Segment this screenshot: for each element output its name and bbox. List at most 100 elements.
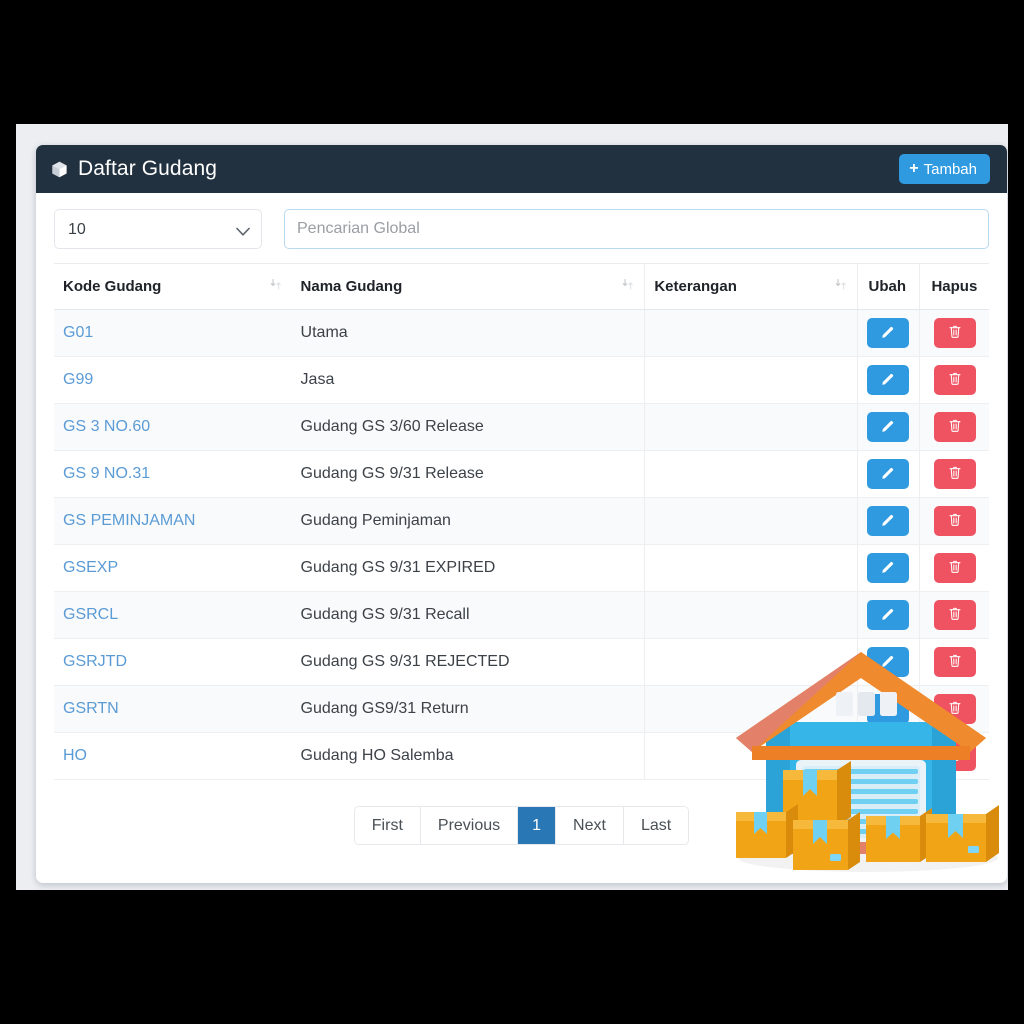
cell-kode-gudang[interactable]: GS 9 NO.31 [54, 451, 292, 498]
delete-button[interactable] [934, 647, 976, 677]
cell-nama-gudang: Jasa [292, 357, 645, 404]
pagination-last-button[interactable]: Last [624, 807, 688, 844]
cell-keterangan [645, 498, 857, 545]
edit-button[interactable] [867, 412, 909, 442]
sort-icon[interactable] [835, 278, 847, 295]
table-row: G01Utama [54, 310, 989, 357]
pencil-icon [881, 654, 895, 671]
cell-hapus [920, 310, 989, 357]
cell-kode-gudang[interactable]: GSRCL [54, 592, 292, 639]
table-row: GSRTNGudang GS9/31 Return [54, 686, 989, 733]
cell-kode-gudang[interactable]: GSRJTD [54, 639, 292, 686]
delete-button[interactable] [934, 506, 976, 536]
trash-icon [948, 418, 962, 436]
cell-hapus [920, 686, 989, 733]
table-row: GS 9 NO.31Gudang GS 9/31 Release [54, 451, 989, 498]
pagination-previous-button[interactable]: Previous [421, 807, 518, 844]
column-header-nama-gudang[interactable]: Nama Gudang [292, 264, 645, 310]
pagination-next-button[interactable]: Next [556, 807, 624, 844]
delete-button[interactable] [934, 318, 976, 348]
cell-ubah [857, 545, 920, 592]
cell-kode-gudang[interactable]: GS 3 NO.60 [54, 404, 292, 451]
edit-button[interactable] [867, 318, 909, 348]
column-label: Hapus [931, 278, 977, 295]
delete-button[interactable] [934, 694, 976, 724]
add-button[interactable]: + Tambah [899, 154, 990, 184]
warehouse-list-card: Daftar Gudang + Tambah 102550100 [36, 145, 1007, 883]
pencil-icon [881, 748, 895, 765]
cell-hapus [920, 733, 989, 780]
cell-nama-gudang: Gudang HO Salemba [292, 733, 645, 780]
trash-icon [948, 700, 962, 718]
cell-hapus [920, 639, 989, 686]
delete-button[interactable] [934, 553, 976, 583]
edit-button[interactable] [867, 694, 909, 724]
cell-keterangan [645, 310, 857, 357]
pagination-page-1-button[interactable]: 1 [518, 807, 556, 844]
table-row: GS 3 NO.60Gudang GS 3/60 Release [54, 404, 989, 451]
column-header-hapus: Hapus [920, 264, 989, 310]
table-row: GSRCLGudang GS 9/31 Recall [54, 592, 989, 639]
delete-button[interactable] [934, 459, 976, 489]
trash-icon [948, 371, 962, 389]
cell-kode-gudang[interactable]: GSEXP [54, 545, 292, 592]
card-header: Daftar Gudang + Tambah [36, 145, 1007, 193]
edit-button[interactable] [867, 459, 909, 489]
card-body: 102550100 Kode Gudang [36, 193, 1007, 867]
plus-icon: + [909, 161, 918, 177]
cell-keterangan [645, 733, 857, 780]
cell-hapus [920, 404, 989, 451]
cell-hapus [920, 592, 989, 639]
cell-nama-gudang: Gudang GS 9/31 EXPIRED [292, 545, 645, 592]
pencil-icon [881, 325, 895, 342]
cell-keterangan [645, 592, 857, 639]
cell-ubah [857, 357, 920, 404]
cell-ubah [857, 404, 920, 451]
trash-icon [948, 653, 962, 671]
cell-kode-gudang[interactable]: G01 [54, 310, 292, 357]
pencil-icon [881, 607, 895, 624]
screenshot-root: Daftar Gudang + Tambah 102550100 [0, 0, 1024, 1024]
trash-icon [948, 465, 962, 483]
cell-nama-gudang: Utama [292, 310, 645, 357]
cell-ubah [857, 310, 920, 357]
table-row: GSEXPGudang GS 9/31 EXPIRED [54, 545, 989, 592]
cell-ubah [857, 498, 920, 545]
cell-ubah [857, 451, 920, 498]
edit-button[interactable] [867, 647, 909, 677]
table-row: G99Jasa [54, 357, 989, 404]
edit-button[interactable] [867, 553, 909, 583]
search-input[interactable] [284, 209, 989, 249]
delete-button[interactable] [934, 412, 976, 442]
cell-kode-gudang[interactable]: GS PEMINJAMAN [54, 498, 292, 545]
table-controls: 102550100 [54, 209, 989, 263]
delete-button[interactable] [934, 365, 976, 395]
pencil-icon [881, 372, 895, 389]
cell-kode-gudang[interactable]: G99 [54, 357, 292, 404]
cell-keterangan [645, 404, 857, 451]
delete-button[interactable] [934, 741, 976, 771]
cube-icon [50, 160, 69, 179]
page-length-select[interactable]: 102550100 [54, 209, 262, 249]
delete-button[interactable] [934, 600, 976, 630]
warehouse-table: Kode Gudang Na [54, 263, 989, 780]
edit-button[interactable] [867, 600, 909, 630]
column-label: Keterangan [654, 278, 737, 295]
table-row: GSRJTDGudang GS 9/31 REJECTED [54, 639, 989, 686]
pagination-first-button[interactable]: First [355, 807, 421, 844]
sort-icon[interactable] [270, 278, 282, 295]
cell-hapus [920, 545, 989, 592]
edit-button[interactable] [867, 365, 909, 395]
cell-kode-gudang[interactable]: HO [54, 733, 292, 780]
column-header-keterangan[interactable]: Keterangan [645, 264, 857, 310]
column-header-kode-gudang[interactable]: Kode Gudang [54, 264, 292, 310]
pencil-icon [881, 701, 895, 718]
cell-kode-gudang[interactable]: GSRTN [54, 686, 292, 733]
edit-button[interactable] [867, 506, 909, 536]
edit-button[interactable] [867, 741, 909, 771]
card-header-title-group: Daftar Gudang [50, 157, 217, 181]
add-button-label: Tambah [924, 161, 977, 178]
table-row: GS PEMINJAMANGudang Peminjaman [54, 498, 989, 545]
column-label: Kode Gudang [63, 278, 161, 295]
sort-icon[interactable] [622, 278, 634, 295]
